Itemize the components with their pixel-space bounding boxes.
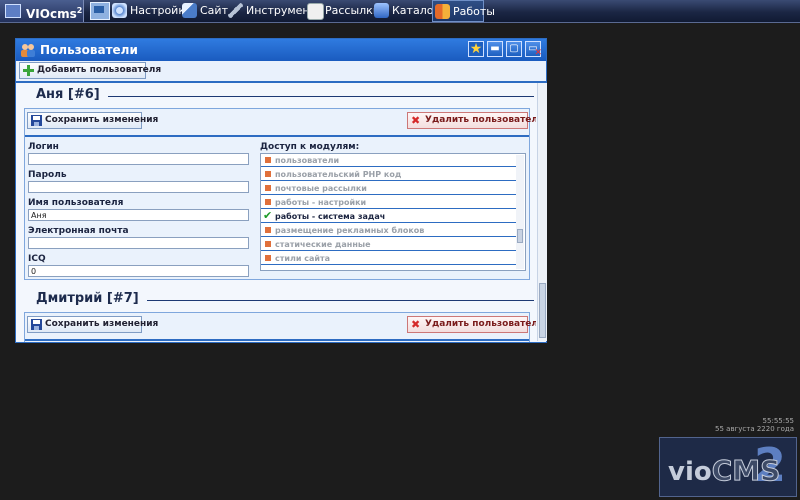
save-changes-button[interactable]: Сохранить изменения: [27, 316, 158, 333]
user-heading: Дмитрий [#7]: [24, 291, 534, 309]
window-scrollbar[interactable]: [537, 83, 547, 341]
gears-icon: [112, 3, 127, 18]
module-item[interactable]: пользователи: [261, 154, 516, 167]
menu-works-label: Работы: [453, 5, 495, 18]
maximize-icon[interactable]: ▢: [506, 41, 522, 57]
save-changes-label: Сохранить изменения: [45, 319, 159, 329]
plus-icon: [23, 65, 34, 76]
module-label: работы - система задач: [275, 212, 386, 221]
module-item[interactable]: почтовые рассылки: [261, 182, 516, 195]
viocms-logo: 2 vioCMS: [659, 437, 797, 497]
user-panel-toolbar: Сохранить изменения ✖ Удалить пользовате…: [25, 109, 536, 137]
viocms-logo-icon: [5, 4, 21, 18]
password-label: Пароль: [28, 170, 67, 180]
window-scroll-thumb[interactable]: [539, 283, 546, 338]
username-label: Имя пользователя: [28, 198, 124, 208]
user-name-heading: Аня [#6]: [24, 87, 108, 102]
menu-catalog[interactable]: Каталог: [372, 0, 439, 22]
menu-mailings[interactable]: Рассылки: [305, 0, 380, 22]
save-changes-button[interactable]: Сохранить изменения: [27, 112, 158, 129]
delete-user-button[interactable]: ✖ Удалить пользователя: [407, 316, 536, 333]
start-button[interactable]: VIOcms2: [0, 0, 84, 22]
module-item[interactable]: статические данные: [261, 238, 516, 251]
delete-user-label: Удалить пользователя: [425, 115, 536, 125]
taskbar: VIOcms2 Настройки Сайт Инструменты Рассы…: [0, 0, 800, 23]
window-titlebar[interactable]: Пользователи ★ ▬ ▢ ✕ ▭: [16, 39, 546, 61]
module-label: пользовательский PHP код: [275, 170, 402, 179]
star-icon[interactable]: ★: [468, 41, 484, 57]
module-label: почтовые рассылки: [275, 184, 367, 193]
add-user-label: Добавить пользователя: [37, 65, 162, 75]
users-list: Аня [#6] Сохранить изменения ✖ Удалить п…: [16, 83, 536, 342]
user-heading: Аня [#6]: [24, 87, 534, 105]
users-icon: [21, 44, 35, 57]
save-changes-label: Сохранить изменения: [45, 115, 159, 125]
catalog-icon: [374, 3, 389, 18]
minimize-icon[interactable]: ▬: [487, 41, 503, 57]
menu-site-label: Сайт: [200, 4, 228, 17]
module-label: стили сайта: [275, 254, 331, 263]
checkmark-icon: ✔: [263, 209, 273, 222]
module-unchecked-icon: [265, 241, 271, 247]
icq-field[interactable]: 0: [28, 265, 249, 277]
user-panel: Сохранить изменения ✖ Удалить пользовате…: [24, 108, 536, 280]
logo-wordmark: vioCMS: [668, 454, 781, 488]
floppy-icon: [31, 319, 42, 330]
module-item[interactable]: размещение рекламных блоков: [261, 224, 516, 237]
house-icon: [182, 3, 197, 18]
brand-sup: 2: [76, 6, 83, 15]
user-panel: Сохранить изменения ✖ Удалить пользовате…: [24, 312, 536, 342]
user-panel-toolbar: Сохранить изменения ✖ Удалить пользовате…: [25, 313, 536, 341]
clock-date: 55 августа 2220 года: [715, 425, 794, 433]
floppy-icon: [31, 115, 42, 126]
desktop-icon[interactable]: [90, 2, 110, 20]
delete-x-icon: ✖: [411, 318, 421, 331]
modules-scrollbar[interactable]: [516, 155, 524, 269]
module-unchecked-icon: [265, 227, 271, 233]
icq-label: ICQ: [28, 254, 46, 264]
menu-site[interactable]: Сайт: [180, 0, 228, 22]
users-window: Пользователи ★ ▬ ▢ ✕ ▭ Добавить пользоват…: [15, 38, 547, 343]
clock: 55:55:55 55 августа 2220 года: [715, 417, 794, 433]
wrench-icon: [228, 3, 243, 18]
brand-label: VIOcms: [26, 7, 77, 21]
clock-time: 55:55:55: [762, 417, 794, 425]
module-label: пользователи: [275, 156, 340, 165]
modules-access-label: Доступ к модулям:: [260, 142, 360, 152]
delete-x-icon: ✖: [411, 114, 421, 127]
close-icon[interactable]: ✕ ▭: [525, 41, 542, 58]
delete-user-label: Удалить пользователя: [425, 319, 536, 329]
module-label: размещение рекламных блоков: [275, 226, 425, 235]
email-field[interactable]: [28, 237, 249, 249]
login-field[interactable]: [28, 153, 249, 165]
flag-icon: [435, 4, 450, 19]
module-item[interactable]: ✔ работы - система задач: [261, 209, 516, 223]
module-unchecked-icon: [265, 185, 271, 191]
module-item[interactable]: работы - настройки: [261, 196, 516, 209]
envelope-icon: [307, 3, 324, 20]
modules-scroll-thumb[interactable]: [517, 229, 523, 243]
login-label: Логин: [28, 142, 59, 152]
module-unchecked-icon: [265, 157, 271, 163]
module-unchecked-icon: [265, 255, 271, 261]
username-field[interactable]: Аня: [28, 209, 249, 221]
password-field[interactable]: [28, 181, 249, 193]
module-item[interactable]: стили сайта: [261, 252, 516, 265]
module-label: статические данные: [275, 240, 371, 249]
modules-access-list[interactable]: пользователи пользовательский PHP код по…: [260, 153, 526, 271]
window-toolbar: Добавить пользователя: [16, 61, 546, 83]
user-name-heading: Дмитрий [#7]: [24, 291, 147, 306]
module-unchecked-icon: [265, 199, 271, 205]
logo-cms: CMS: [711, 454, 781, 488]
module-item[interactable]: пользовательский PHP код: [261, 168, 516, 181]
module-unchecked-icon: [265, 171, 271, 177]
email-label: Электронная почта: [28, 226, 129, 236]
delete-user-button[interactable]: ✖ Удалить пользователя: [407, 112, 536, 129]
window-title: Пользователи: [40, 43, 138, 57]
module-label: работы - настройки: [275, 198, 367, 207]
menu-tools[interactable]: Инструменты: [226, 0, 325, 22]
menu-works[interactable]: Работы: [432, 0, 495, 22]
logo-vio: vio: [668, 457, 712, 487]
add-user-button[interactable]: Добавить пользователя: [19, 62, 161, 79]
